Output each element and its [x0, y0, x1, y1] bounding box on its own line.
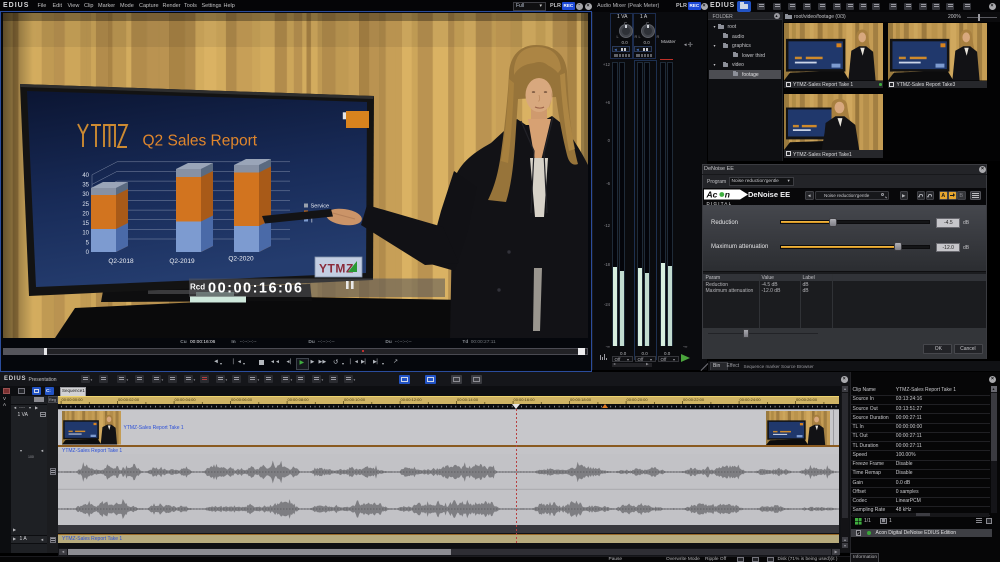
svg-text:Ac: Ac: [706, 189, 718, 199]
svg-text:n: n: [725, 189, 730, 199]
